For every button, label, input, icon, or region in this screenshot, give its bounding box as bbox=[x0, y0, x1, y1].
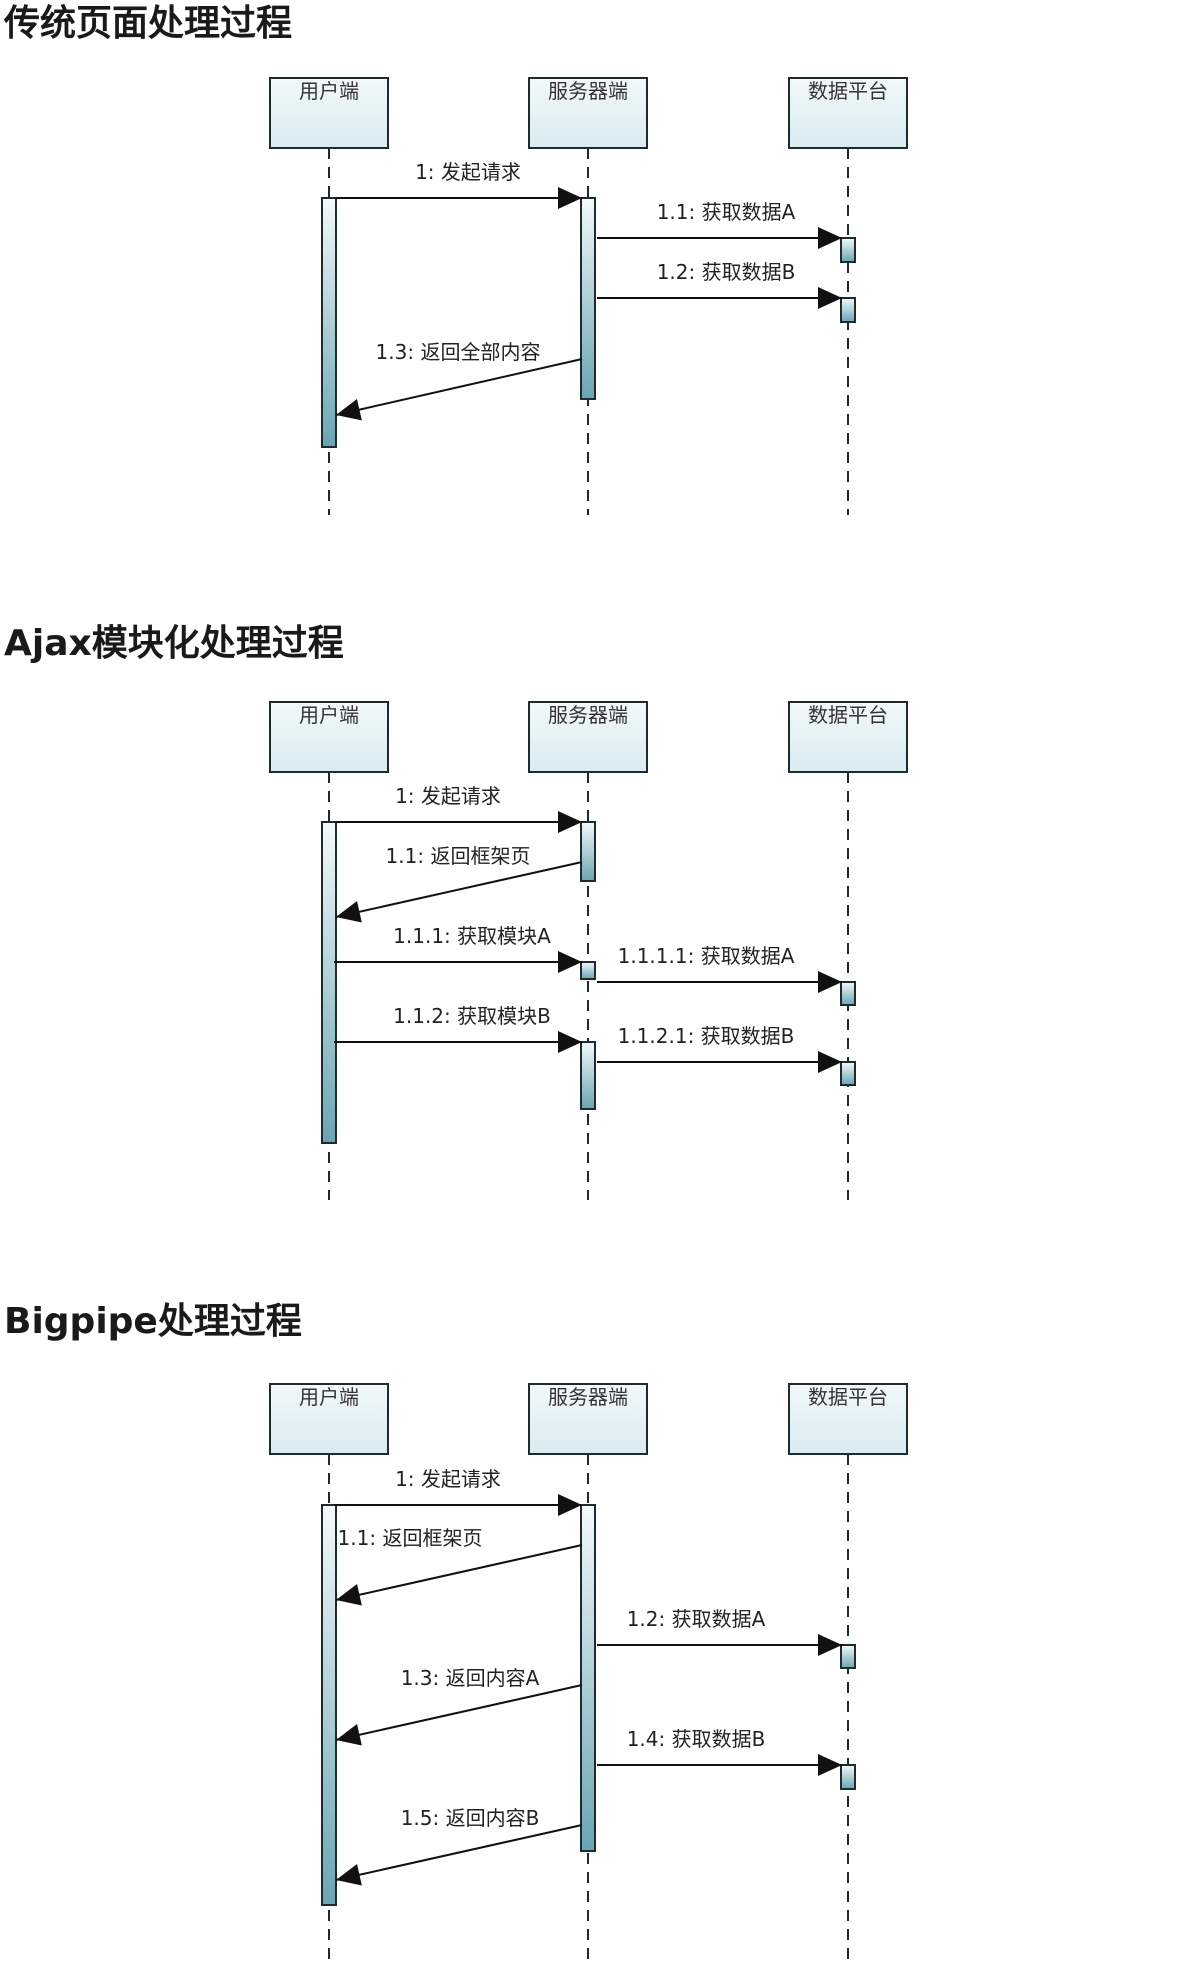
arrowhead bbox=[558, 187, 582, 209]
arrowhead bbox=[336, 398, 362, 421]
participant-label-data-platform: 数据平台 bbox=[808, 1385, 888, 1409]
participant-label-client: 用户端 bbox=[299, 79, 359, 103]
activation-bar bbox=[840, 237, 856, 263]
message-label: 1.2: 获取数据B bbox=[657, 260, 796, 284]
activation-bar bbox=[580, 197, 596, 400]
message-label: 1.2: 获取数据A bbox=[627, 1607, 766, 1631]
message-arrow bbox=[335, 358, 583, 416]
message-label: 1.1.1.1: 获取数据A bbox=[618, 944, 795, 968]
activation-bar bbox=[580, 821, 596, 882]
participant-label-server: 服务器端 bbox=[548, 1385, 628, 1409]
activation-bar bbox=[840, 1764, 856, 1790]
arrowhead bbox=[558, 1031, 582, 1053]
arrowhead bbox=[336, 901, 362, 923]
sequence-diagram-traditional: 用户端 服务器端 数据平台 1: 发起请求 1.1: 获取数据A 1.2: 获取数据B 1.… bbox=[269, 77, 908, 515]
participant-label-client: 用户端 bbox=[299, 703, 359, 727]
arrowhead bbox=[818, 1051, 842, 1073]
activation-bar bbox=[321, 197, 337, 448]
participant-label-server: 服务器端 bbox=[548, 703, 628, 727]
arrowhead bbox=[336, 1724, 362, 1746]
message-label: 1.5: 返回内容B bbox=[401, 1806, 540, 1830]
message-arrow bbox=[335, 1684, 583, 1741]
message-label: 1.1: 返回框架页 bbox=[338, 1526, 483, 1550]
message-label: 1.3: 返回内容A bbox=[401, 1666, 540, 1690]
message-label: 1.1.1: 获取模块A bbox=[393, 924, 551, 948]
activation-bar bbox=[840, 1061, 856, 1086]
arrowhead bbox=[818, 287, 842, 309]
arrowhead bbox=[818, 971, 842, 993]
arrowhead bbox=[558, 1494, 582, 1516]
message-label: 1.3: 返回全部内容 bbox=[376, 340, 541, 364]
message-label: 1.1.2.1: 获取数据B bbox=[618, 1024, 795, 1048]
message-arrow bbox=[335, 1824, 583, 1881]
activation-bar bbox=[840, 297, 856, 323]
message-label: 1: 发起请求 bbox=[415, 160, 521, 184]
page: 传统页面处理过程 用户端 服务器端 数据平台 1: 发起请求 1.1: 获取数据A 1.2… bbox=[0, 0, 1192, 1962]
activation-bar bbox=[580, 1041, 596, 1110]
message-label: 1.1: 返回框架页 bbox=[386, 844, 531, 868]
arrowhead bbox=[818, 1754, 842, 1776]
message-label: 1.4: 获取数据B bbox=[627, 1727, 766, 1751]
message-arrow bbox=[335, 861, 583, 918]
arrowhead bbox=[558, 811, 582, 833]
message-arrow bbox=[335, 1544, 583, 1601]
activation-bar bbox=[840, 1644, 856, 1669]
message-label: 1.1: 获取数据A bbox=[657, 200, 796, 224]
arrowhead bbox=[818, 1634, 842, 1656]
arrowhead bbox=[558, 951, 582, 973]
activation-bar bbox=[321, 1504, 337, 1906]
arrowhead bbox=[818, 227, 842, 249]
participant-label-data-platform: 数据平台 bbox=[808, 703, 888, 727]
activation-bar bbox=[580, 1504, 596, 1852]
arrowhead bbox=[336, 1584, 362, 1606]
sequence-diagram-ajax: 用户端 服务器端 数据平台 1: 发起请求 1.1: 返回框架页 1.1.1: 获取模块A… bbox=[269, 701, 908, 1200]
arrowhead bbox=[336, 1864, 362, 1886]
activation-bar bbox=[580, 961, 596, 980]
message-label: 1.1.2: 获取模块B bbox=[393, 1004, 551, 1028]
participant-label-data-platform: 数据平台 bbox=[808, 79, 888, 103]
message-label: 1: 发起请求 bbox=[395, 784, 501, 808]
participant-label-server: 服务器端 bbox=[548, 79, 628, 103]
participant-label-client: 用户端 bbox=[299, 1385, 359, 1409]
message-label: 1: 发起请求 bbox=[395, 1467, 501, 1491]
activation-bar bbox=[840, 981, 856, 1006]
sequence-diagram-bigpipe: 用户端 服务器端 数据平台 1: 发起请求 1.1: 返回框架页 1.2: 获取数据A 1.… bbox=[269, 1383, 908, 1962]
activation-bar bbox=[321, 821, 337, 1144]
